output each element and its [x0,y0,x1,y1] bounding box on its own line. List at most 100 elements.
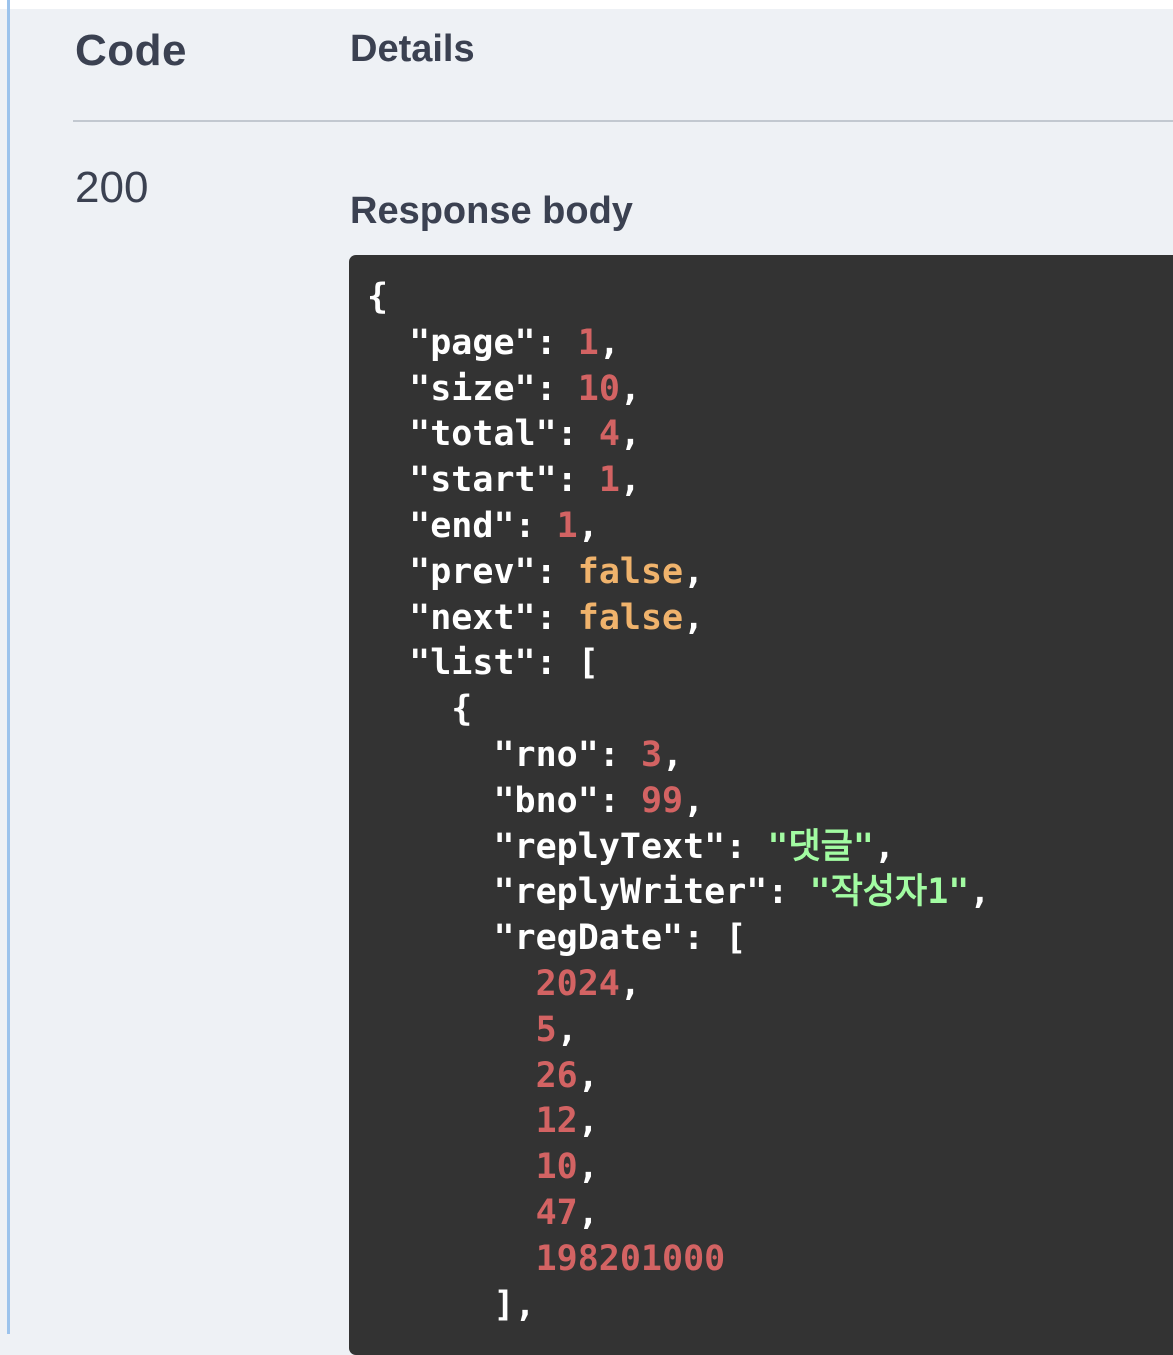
json-punc-token: , [577,1055,599,1096]
json-key-token: "prev" [409,551,536,592]
json-punc-token: , [683,551,705,592]
response-status-code: 200 [75,163,149,212]
top-strip [0,0,1173,9]
response-body-json[interactable]: { "page": 1, "size": 10, "total": 4, "st… [367,275,990,1328]
json-key-token: "bno" [493,780,599,821]
json-punc-token: , [577,505,599,546]
json-punc-token: , [598,322,620,363]
code-line: 12, [367,1099,990,1145]
code-line: "prev": false, [367,550,990,596]
column-header-code: Code [75,26,187,75]
json-bool-token: false [577,597,684,638]
json-num-token: 1 [577,322,599,363]
json-num-token: 12 [535,1101,578,1142]
code-line: "bno": 99, [367,779,990,825]
json-num-token: 99 [640,780,684,821]
code-line: "end": 1, [367,504,990,550]
json-punc-token: : [ [535,643,599,684]
json-num-token: 2024 [535,963,620,1004]
json-key-token: "total" [409,414,557,455]
json-punc-token: { [367,277,389,317]
json-num-token: 198201000 [535,1238,726,1279]
code-line: "start": 1, [367,458,990,504]
json-punc-token: , [577,1101,599,1142]
json-punc-token: { [451,689,473,730]
code-line: "page": 1, [367,321,990,367]
json-punc-token: , [619,460,641,501]
code-line: ], [367,1283,990,1329]
json-key-token: "next" [409,597,536,638]
json-punc-token: , [619,368,641,409]
code-line: "list": [ [367,641,990,687]
code-line: 198201000 [367,1237,990,1283]
json-punc-token: , [683,597,705,638]
json-key-token: "replyWriter" [493,872,768,913]
json-key-token: "replyText" [493,826,726,867]
json-num-token: 10 [577,368,620,409]
code-line: "replyWriter": "작성자1", [367,870,990,916]
code-line: 10, [367,1145,990,1191]
json-num-token: 47 [535,1192,578,1233]
response-body-code-block[interactable]: { "page": 1, "size": 10, "total": 4, "st… [349,255,1173,1355]
json-punc-token: : [535,368,578,409]
json-punc-token: , [683,780,705,821]
code-line: "regDate": [ [367,916,990,962]
json-punc-token: : [ [683,918,747,959]
code-line: "rno": 3, [367,733,990,779]
json-punc-token: ], [493,1284,536,1325]
json-num-token: 26 [535,1055,578,1096]
header-divider [73,120,1173,122]
code-line: { [367,687,990,733]
json-key-token: "end" [409,505,515,546]
code-line: 26, [367,1054,990,1100]
json-num-token: 5 [535,1009,557,1050]
code-line: 2024, [367,962,990,1008]
json-num-token: 3 [640,734,663,775]
code-line: "size": 10, [367,367,990,413]
json-bool-token: false [577,551,684,592]
code-line: 5, [367,1008,990,1054]
response-body-label: Response body [350,190,633,232]
json-key-token: "size" [409,368,536,409]
json-str-token: "작성자1" [809,872,970,913]
json-punc-token: , [619,414,641,455]
json-punc-token: : [535,551,578,592]
json-num-token: 1 [556,505,578,546]
json-punc-token: : [598,734,641,775]
json-punc-token: , [662,734,684,775]
json-punc-token: , [577,1147,599,1188]
json-punc-token: , [873,826,896,867]
json-num-token: 4 [598,414,620,455]
json-key-token: "rno" [493,734,599,775]
code-line: { [367,275,990,321]
code-line: "next": false, [367,596,990,642]
left-border [7,0,10,1334]
code-line: "replyText": "댓글", [367,825,990,871]
json-punc-token: : [556,414,599,455]
json-key-token: "start" [409,460,557,501]
json-punc-token: , [577,1192,599,1233]
json-key-token: "list" [409,643,536,684]
column-header-details: Details [350,28,475,70]
json-num-token: 1 [598,460,620,501]
json-key-token: "regDate" [493,918,684,959]
code-line: "total": 4, [367,412,990,458]
